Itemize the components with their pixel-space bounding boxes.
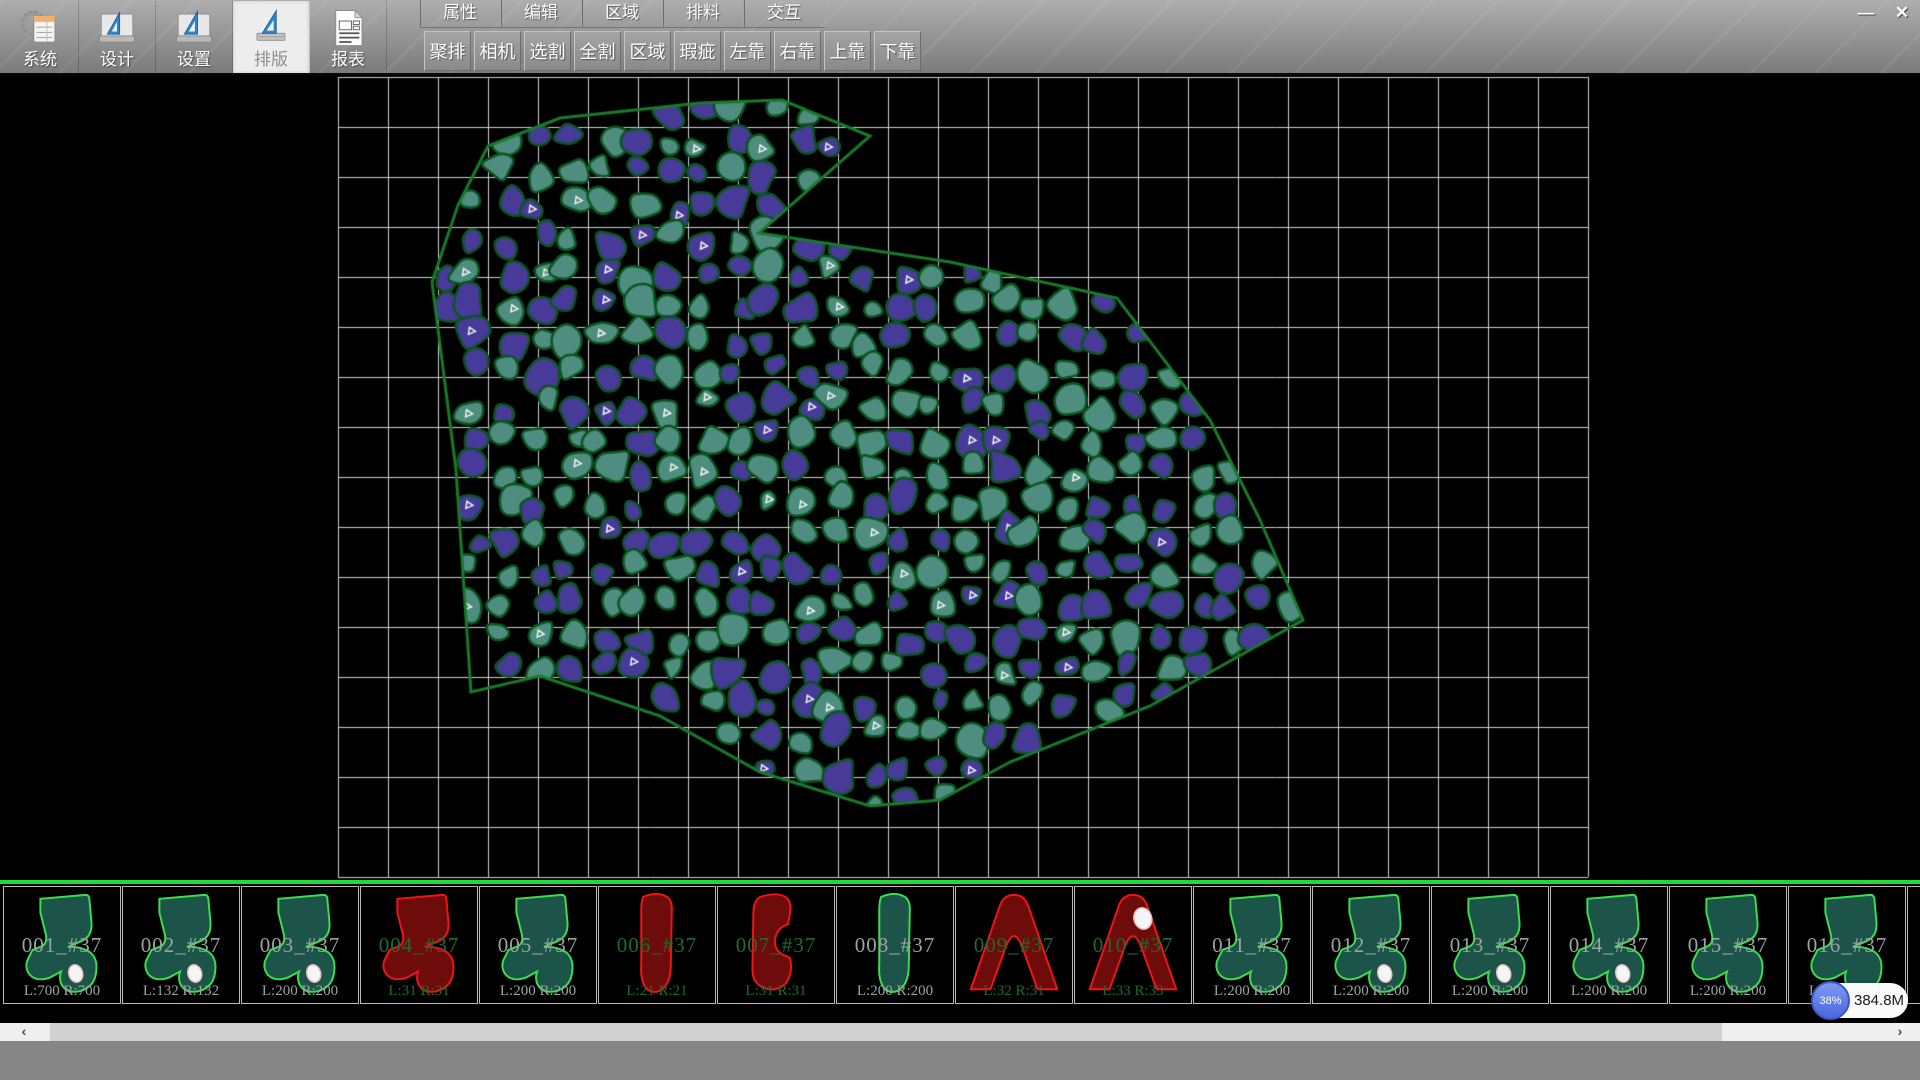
- part-thumbnail-014_#37[interactable]: 014_#37 L:200 R:200: [1550, 886, 1668, 1004]
- part-id-label: 002_#37: [123, 933, 239, 958]
- part-count-label: L:200 R:200: [1194, 983, 1310, 1000]
- part-thumbnail-012_#37[interactable]: 012_#37 L:200 R:200: [1312, 886, 1430, 1004]
- tool-button-10[interactable]: 下靠: [874, 31, 921, 71]
- part-count-label: L:200 R:200: [837, 983, 953, 1000]
- part-id-label: 008_#37: [837, 933, 953, 958]
- tool-button-2[interactable]: 相机: [474, 31, 521, 71]
- scroll-right-icon[interactable]: ›: [1882, 1023, 1918, 1041]
- part-count-label: L:200 R:200: [1670, 983, 1786, 1000]
- menu-tab-4[interactable]: 排料: [663, 0, 744, 27]
- part-id-label: 015_#37: [1670, 933, 1786, 958]
- ribbon-toolbar: 系统 设计 设置 排版 报表 属性编辑区域排料交互 聚排相机选割全割区域瑕疵左靠…: [0, 0, 1920, 75]
- part-thumbnail-017_#37[interactable]: 017_#37 L:200 R:200: [1907, 886, 1920, 1004]
- tool-button-4[interactable]: 全割: [574, 31, 621, 71]
- design-icon: [96, 7, 138, 49]
- window-controls: — ✕: [1852, 1, 1916, 24]
- app-window: 系统 设计 设置 排版 报表 属性编辑区域排料交互 聚排相机选割全割区域瑕疵左靠…: [0, 0, 1920, 1080]
- status-bar: [0, 1041, 1920, 1080]
- part-count-label: L:132 R:132: [123, 983, 239, 1000]
- app-button-report[interactable]: 报表: [310, 1, 387, 73]
- part-count-label: L:32 R:31: [956, 983, 1072, 1000]
- app-button-label: 设计: [100, 50, 134, 70]
- part-thumbnail-013_#37[interactable]: 013_#37 L:200 R:200: [1431, 886, 1549, 1004]
- part-count-label: L:31 R:31: [718, 983, 834, 1000]
- part-thumbnail-005_#37[interactable]: 005_#37 L:200 R:200: [479, 886, 597, 1004]
- progress-percent-badge: 38%: [1811, 981, 1850, 1020]
- part-count-label: L:200 R:200: [242, 983, 358, 1000]
- app-button-label: 排版: [254, 50, 288, 70]
- tool-button-3[interactable]: 选割: [524, 31, 571, 71]
- part-count-label: L:200 R:200: [1432, 983, 1548, 1000]
- menu-tab-5[interactable]: 交互: [744, 0, 825, 27]
- close-icon[interactable]: ✕: [1888, 1, 1916, 24]
- part-thumbnail-001_#37[interactable]: 001_#37 L:700 R:700: [3, 886, 121, 1004]
- app-button-system[interactable]: 系统: [2, 1, 79, 73]
- report-icon: [327, 7, 369, 49]
- part-thumbnail-015_#37[interactable]: 015_#37 L:200 R:200: [1669, 886, 1787, 1004]
- part-id-label: 004_#37: [361, 933, 477, 958]
- part-thumbnail-007_#37[interactable]: 007_#37 L:31 R:31: [717, 886, 835, 1004]
- minimize-icon[interactable]: —: [1852, 1, 1880, 24]
- memory-status-pill: 38% 384.8M: [1812, 983, 1908, 1018]
- menu-tab-3[interactable]: 区域: [582, 0, 663, 27]
- memory-usage-value: 384.8M: [1854, 983, 1904, 1018]
- part-count-label: L:200 R:200: [1313, 983, 1429, 1000]
- part-id-label: 011_#37: [1194, 933, 1310, 958]
- nesting-canvas[interactable]: [0, 75, 1920, 880]
- part-thumbnail-004_#37[interactable]: 004_#37 L:31 R:31: [360, 886, 478, 1004]
- part-thumbnail-003_#37[interactable]: 003_#37 L:200 R:200: [241, 886, 359, 1004]
- part-count-label: L:200 R:200: [480, 983, 596, 1000]
- app-button-group: 系统 设计 设置 排版 报表: [2, 1, 387, 73]
- part-count-label: L:200 R:200: [1908, 983, 1920, 1000]
- app-button-label: 报表: [331, 50, 365, 70]
- scroll-left-icon[interactable]: ‹: [6, 1023, 42, 1041]
- part-count-label: L:21 R:21: [599, 983, 715, 1000]
- tool-button-1[interactable]: 聚排: [424, 31, 471, 71]
- app-button-settings[interactable]: 设置: [156, 1, 233, 73]
- tool-button-7[interactable]: 左靠: [724, 31, 771, 71]
- app-button-nesting[interactable]: 排版: [233, 1, 310, 73]
- tool-button-5[interactable]: 区域: [624, 31, 671, 71]
- part-id-label: 013_#37: [1432, 933, 1548, 958]
- part-thumbnail-009_#37[interactable]: 009_#37 L:32 R:31: [955, 886, 1073, 1004]
- app-button-label: 系统: [23, 50, 57, 70]
- tool-button-6[interactable]: 瑕疵: [674, 31, 721, 71]
- part-id-label: 006_#37: [599, 933, 715, 958]
- part-id-label: 014_#37: [1551, 933, 1667, 958]
- part-id-label: 005_#37: [480, 933, 596, 958]
- settings-icon: [173, 7, 215, 49]
- part-id-label: 012_#37: [1313, 933, 1429, 958]
- part-thumbnail-011_#37[interactable]: 011_#37 L:200 R:200: [1193, 886, 1311, 1004]
- horizontal-scrollbar[interactable]: ‹ ›: [0, 1023, 1920, 1041]
- menu-tab-1[interactable]: 属性: [420, 0, 501, 27]
- part-thumbnail-002_#37[interactable]: 002_#37 L:132 R:132: [122, 886, 240, 1004]
- part-count-label: L:33 R:33: [1075, 983, 1191, 1000]
- tool-button-9[interactable]: 上靠: [824, 31, 871, 71]
- nesting-icon: [250, 7, 292, 49]
- menu-tab-bar: 属性编辑区域排料交互: [420, 0, 825, 28]
- part-id-label: 010_#37: [1075, 933, 1191, 958]
- part-thumbnail-010_#37[interactable]: 010_#37 L:33 R:33: [1074, 886, 1192, 1004]
- system-icon: [19, 7, 61, 49]
- app-button-label: 设置: [177, 50, 211, 70]
- part-id-label: 003_#37: [242, 933, 358, 958]
- app-button-design[interactable]: 设计: [79, 1, 156, 73]
- part-thumbnail-006_#37[interactable]: 006_#37 L:21 R:21: [598, 886, 716, 1004]
- tool-button-8[interactable]: 右靠: [774, 31, 821, 71]
- part-id-label: 001_#37: [4, 933, 120, 958]
- part-id-label: 007_#37: [718, 933, 834, 958]
- part-id-label: 016_#37: [1789, 933, 1905, 958]
- part-count-label: L:200 R:200: [1551, 983, 1667, 1000]
- part-count-label: L:31 R:31: [361, 983, 477, 1000]
- scrollbar-thumb[interactable]: [50, 1023, 1722, 1041]
- parts-thumbnail-strip: 001_#37 L:700 R:700 002_#37 L:132 R:132 …: [0, 880, 1920, 1023]
- part-thumbnail-008_#37[interactable]: 008_#37 L:200 R:200: [836, 886, 954, 1004]
- tool-button-bar: 聚排相机选割全割区域瑕疵左靠右靠上靠下靠: [424, 31, 921, 71]
- part-count-label: L:700 R:700: [4, 983, 120, 1000]
- menu-tab-2[interactable]: 编辑: [501, 0, 582, 27]
- part-id-label: 017_#37: [1908, 933, 1920, 958]
- part-id-label: 009_#37: [956, 933, 1072, 958]
